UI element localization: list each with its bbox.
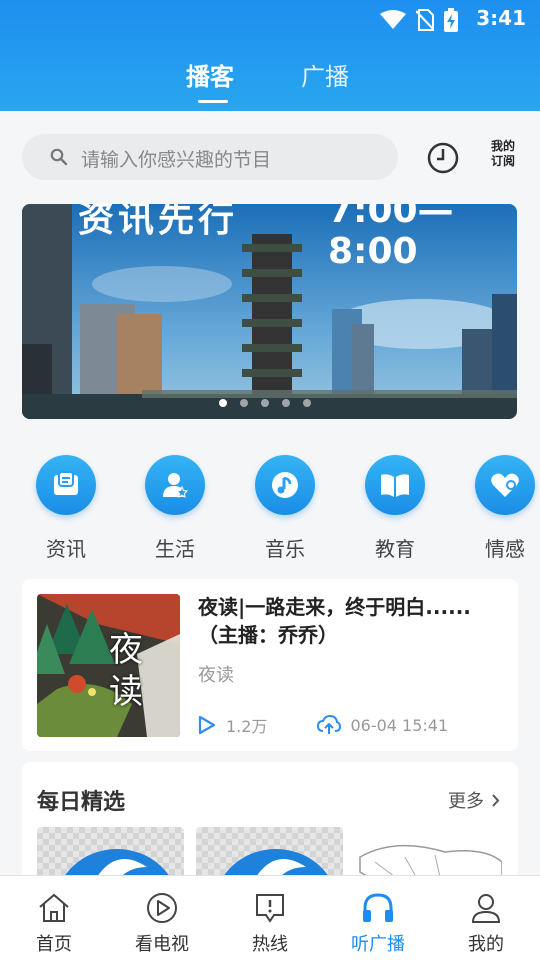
category-music[interactable]: 音乐 xyxy=(240,455,330,562)
daily-item-thumbnail[interactable] xyxy=(196,827,343,875)
carousel-dot[interactable] xyxy=(303,399,311,407)
category-label: 生活 xyxy=(155,537,195,561)
app-header: 3:41 播客 广播 xyxy=(0,0,540,111)
search-input[interactable]: 请输入你感兴趣的节目 xyxy=(22,134,398,180)
section-title: 每日精选 xyxy=(37,790,126,815)
battery-charging-icon xyxy=(444,8,458,32)
tv-play-icon xyxy=(147,893,177,923)
category-news[interactable]: 资讯 xyxy=(21,455,111,562)
bottom-navigation: 首页 看电视 热线 听广播 我的 xyxy=(0,875,540,960)
program-meta: 1.2万 06-04 15:41 xyxy=(198,713,448,737)
thumbnail-title: 夜读 xyxy=(109,630,143,712)
category-life[interactable]: 生活 xyxy=(130,455,220,562)
category-emotion[interactable]: 情感 xyxy=(460,455,540,562)
tab-podcast[interactable]: 播客 xyxy=(186,57,234,92)
history-clock-icon[interactable] xyxy=(426,141,460,175)
banner-carousel[interactable]: 资讯先行 7:00—8:00 xyxy=(22,204,517,419)
program-thumbnail: 夜读 xyxy=(37,594,180,737)
life-icon xyxy=(145,455,205,515)
nav-home[interactable]: 首页 xyxy=(9,892,99,956)
program-name: 夜读 xyxy=(198,665,234,686)
carousel-dot[interactable] xyxy=(240,399,248,407)
wifi-icon xyxy=(380,10,406,29)
daily-picks-section: 每日精选 更多 xyxy=(22,762,518,875)
nav-profile[interactable]: 我的 xyxy=(441,892,531,956)
headphones-icon xyxy=(363,893,393,922)
search-placeholder: 请输入你感兴趣的节目 xyxy=(81,149,272,171)
program-title[interactable]: 夜读|一路走来，终于明白......（主播：乔乔） xyxy=(198,593,500,649)
tab-radio[interactable]: 广播 xyxy=(301,57,349,92)
upload-time: 06-04 15:41 xyxy=(350,715,449,735)
category-label: 音乐 xyxy=(265,537,305,561)
search-icon xyxy=(50,148,68,166)
my-subscriptions-button[interactable]: 我的 订阅 xyxy=(488,139,518,169)
daily-item-thumbnail[interactable] xyxy=(355,827,502,875)
chevron-right-icon xyxy=(492,793,500,807)
daily-item-thumbnail[interactable] xyxy=(37,827,184,875)
book-icon xyxy=(365,455,425,515)
home-icon xyxy=(39,893,69,922)
more-button[interactable]: 更多 xyxy=(448,787,500,813)
carousel-dot[interactable] xyxy=(282,399,290,407)
heart-icon xyxy=(475,455,535,515)
nav-watch-tv[interactable]: 看电视 xyxy=(117,892,207,956)
nav-hotline[interactable]: 热线 xyxy=(225,892,315,956)
carousel-dots xyxy=(219,399,311,407)
status-bar: 3:41 xyxy=(0,0,540,36)
top-tabs: 播客 广播 xyxy=(0,52,540,103)
active-tab-indicator xyxy=(198,100,228,103)
banner-time: 7:00—8:00 xyxy=(328,204,454,272)
carousel-dot[interactable] xyxy=(261,399,269,407)
nav-listen-radio[interactable]: 听广播 xyxy=(333,892,423,956)
category-label: 资讯 xyxy=(46,537,86,561)
category-education[interactable]: 教育 xyxy=(350,455,440,562)
main-content[interactable]: 请输入你感兴趣的节目 我的 订阅 资讯先行 7:00—8:00 资讯 生活 音乐… xyxy=(0,111,540,875)
featured-program-card[interactable]: 夜读 夜读|一路走来，终于明白......（主播：乔乔） 夜读 1.2万 06-… xyxy=(22,579,518,751)
clock-time: 3:41 xyxy=(476,6,526,30)
category-label: 情感 xyxy=(485,537,525,561)
no-sim-icon xyxy=(416,9,434,31)
upload-icon xyxy=(317,715,342,734)
hotline-icon xyxy=(256,894,284,923)
profile-icon xyxy=(471,894,501,923)
play-count: 1.2万 xyxy=(226,717,268,736)
category-label: 教育 xyxy=(375,537,415,561)
music-icon xyxy=(255,455,315,515)
carousel-dot[interactable] xyxy=(219,399,227,407)
banner-headline: 资讯先行 xyxy=(78,204,239,240)
news-icon xyxy=(36,455,96,515)
play-count-icon xyxy=(198,715,216,735)
category-row: 资讯 生活 音乐 教育 情感 xyxy=(0,455,540,565)
